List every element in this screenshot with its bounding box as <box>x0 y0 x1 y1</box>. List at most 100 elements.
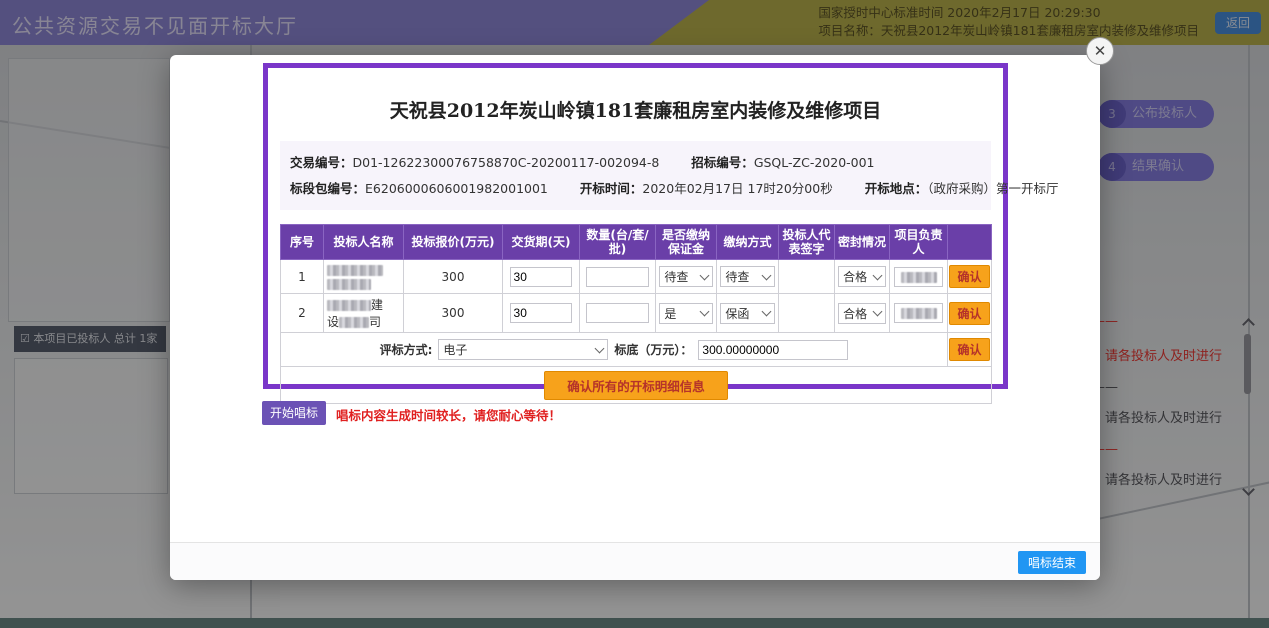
seal-cell: 合格 <box>835 260 890 294</box>
redacted-bidder-name <box>327 265 383 276</box>
confirm-all-cell: 确认所有的开标明细信息 <box>281 367 992 404</box>
section-no-value: E6206000606001982001001 <box>365 181 548 196</box>
quantity-input[interactable] <box>586 303 648 323</box>
signature-cell <box>779 260 835 294</box>
action-cell: 确认 <box>948 333 992 367</box>
col-signature: 投标人代表签字 <box>779 225 835 260</box>
chevron-down-icon <box>872 307 882 317</box>
seq-cell: 1 <box>281 260 324 294</box>
delivery-input[interactable] <box>510 303 573 323</box>
chevron-down-icon <box>761 270 771 280</box>
manager-cell <box>890 294 948 333</box>
manager-input[interactable] <box>894 303 944 323</box>
bidder-name-fragment: 设 <box>327 315 339 329</box>
finish-chanting-button[interactable]: 唱标结束 <box>1018 551 1086 574</box>
info-line-1: 交易编号：D01-12622300076758870C-20200117-002… <box>290 152 981 171</box>
chevron-down-icon <box>699 270 709 280</box>
deposit-select[interactable]: 待查 <box>659 266 712 287</box>
page: 公共资源交易不见面开标大厅 国家授时中心标准时间 2020年2月17日 20:2… <box>0 0 1269 628</box>
chevron-down-icon <box>872 270 882 280</box>
bidder-name-fragment: 司 <box>369 315 381 329</box>
price-cell: 300 <box>404 260 503 294</box>
redacted-bidder-name <box>339 317 369 328</box>
col-delivery: 交货期(天) <box>503 225 580 260</box>
col-seal: 密封情况 <box>835 225 890 260</box>
action-cell: 确认 <box>948 260 992 294</box>
seal-select[interactable]: 合格 <box>838 303 886 324</box>
deposit-cell: 是 <box>656 294 717 333</box>
col-bidder: 投标人名称 <box>324 225 404 260</box>
redacted-manager-name <box>901 308 937 319</box>
col-deposit: 是否缴纳保证金 <box>656 225 717 260</box>
bid-detail-frame: 天祝县2012年炭山岭镇181套廉租房室内装修及维修项目 交易编号：D01-12… <box>263 63 1008 389</box>
col-action <box>948 225 992 260</box>
eval-method-select[interactable]: 电子 <box>438 339 608 360</box>
tender-no-label: 招标编号： <box>691 155 754 170</box>
eval-method-value: 电子 <box>443 341 467 358</box>
tender-info-block: 交易编号：D01-12622300076758870C-20200117-002… <box>280 141 991 210</box>
quantity-cell <box>580 294 656 333</box>
delivery-cell <box>503 260 580 294</box>
modal-footer: 唱标结束 <box>170 542 1100 580</box>
deposit-cell: 待查 <box>656 260 717 294</box>
bidder-name-cell <box>324 260 404 294</box>
pay-method-value: 待查 <box>725 268 749 285</box>
bid-table: 序号 投标人名称 投标报价(万元) 交货期(天) 数量(台/套/批) 是否缴纳保… <box>280 224 992 404</box>
eval-method-label: 评标方式: <box>380 341 433 358</box>
col-quantity: 数量(台/套/批) <box>580 225 656 260</box>
project-title: 天祝县2012年炭山岭镇181套廉租房室内装修及维修项目 <box>278 96 993 123</box>
section-no-label: 标段包编号： <box>290 181 365 196</box>
base-price-input[interactable] <box>698 340 848 360</box>
trade-no-label: 交易编号： <box>290 155 353 170</box>
pay-method-select[interactable]: 保函 <box>720 303 774 324</box>
trade-no-value: D01-12622300076758870C-20200117-002094-8 <box>353 155 660 170</box>
open-time-value: 2020年02月17日 17时20分00秒 <box>642 181 832 196</box>
confirm-eval-button[interactable]: 确认 <box>949 338 989 361</box>
col-manager: 项目负责人 <box>890 225 948 260</box>
redacted-bidder-name <box>327 300 371 311</box>
confirm-row-button[interactable]: 确认 <box>949 302 989 325</box>
chevron-down-icon <box>699 307 709 317</box>
table-row: 2 建 设司 300 是 保函 合格 确认 <box>281 294 992 333</box>
pay-method-select[interactable]: 待查 <box>720 266 774 287</box>
signature-cell <box>779 294 835 333</box>
start-chanting-button[interactable]: 开始唱标 <box>262 401 326 425</box>
close-icon[interactable]: ✕ <box>1086 37 1114 65</box>
quantity-cell <box>580 260 656 294</box>
manager-cell <box>890 260 948 294</box>
eval-method-row: 评标方式: 电子 标底（万元）： 确认 <box>281 333 992 367</box>
pay-method-cell: 待查 <box>717 260 779 294</box>
redacted-bidder-name <box>327 279 371 290</box>
deposit-value: 是 <box>664 305 676 322</box>
pay-method-value: 保函 <box>725 305 749 322</box>
open-place-value: （政府采购）第一开标厅 <box>927 181 1058 196</box>
pay-method-cell: 保函 <box>717 294 779 333</box>
delivery-cell <box>503 294 580 333</box>
delivery-input[interactable] <box>510 267 573 287</box>
bid-opening-modal: ✕ 天祝县2012年炭山岭镇181套廉租房室内装修及维修项目 交易编号：D01-… <box>170 55 1100 580</box>
tender-no-value: GSQL-ZC-2020-001 <box>754 155 875 170</box>
wait-warning-text: 唱标内容生成时间较长，请您耐心等待！ <box>336 405 561 424</box>
redacted-manager-name <box>901 272 937 283</box>
base-price-label: 标底（万元）： <box>614 341 692 358</box>
col-seq: 序号 <box>281 225 324 260</box>
bidder-name-fragment: 建 <box>371 298 383 312</box>
table-header-row: 序号 投标人名称 投标报价(万元) 交货期(天) 数量(台/套/批) 是否缴纳保… <box>281 225 992 260</box>
manager-input[interactable] <box>894 267 944 287</box>
quantity-input[interactable] <box>586 267 648 287</box>
price-cell: 300 <box>404 294 503 333</box>
confirm-row-button[interactable]: 确认 <box>949 265 989 288</box>
info-line-2: 标段包编号：E6206000606001982001001 开标时间：2020年… <box>290 178 981 197</box>
col-price: 投标报价(万元) <box>404 225 503 260</box>
deposit-select[interactable]: 是 <box>659 303 712 324</box>
seal-value: 合格 <box>843 268 867 285</box>
chevron-down-icon <box>595 343 605 353</box>
confirm-all-button[interactable]: 确认所有的开标明细信息 <box>544 371 728 400</box>
seal-select[interactable]: 合格 <box>838 266 886 287</box>
open-place-label: 开标地点： <box>865 181 928 196</box>
chevron-down-icon <box>761 307 771 317</box>
seal-cell: 合格 <box>835 294 890 333</box>
deposit-value: 待查 <box>664 268 688 285</box>
bidder-name-cell: 建 设 司 <box>324 294 404 333</box>
confirm-all-row: 确认所有的开标明细信息 <box>281 367 992 404</box>
